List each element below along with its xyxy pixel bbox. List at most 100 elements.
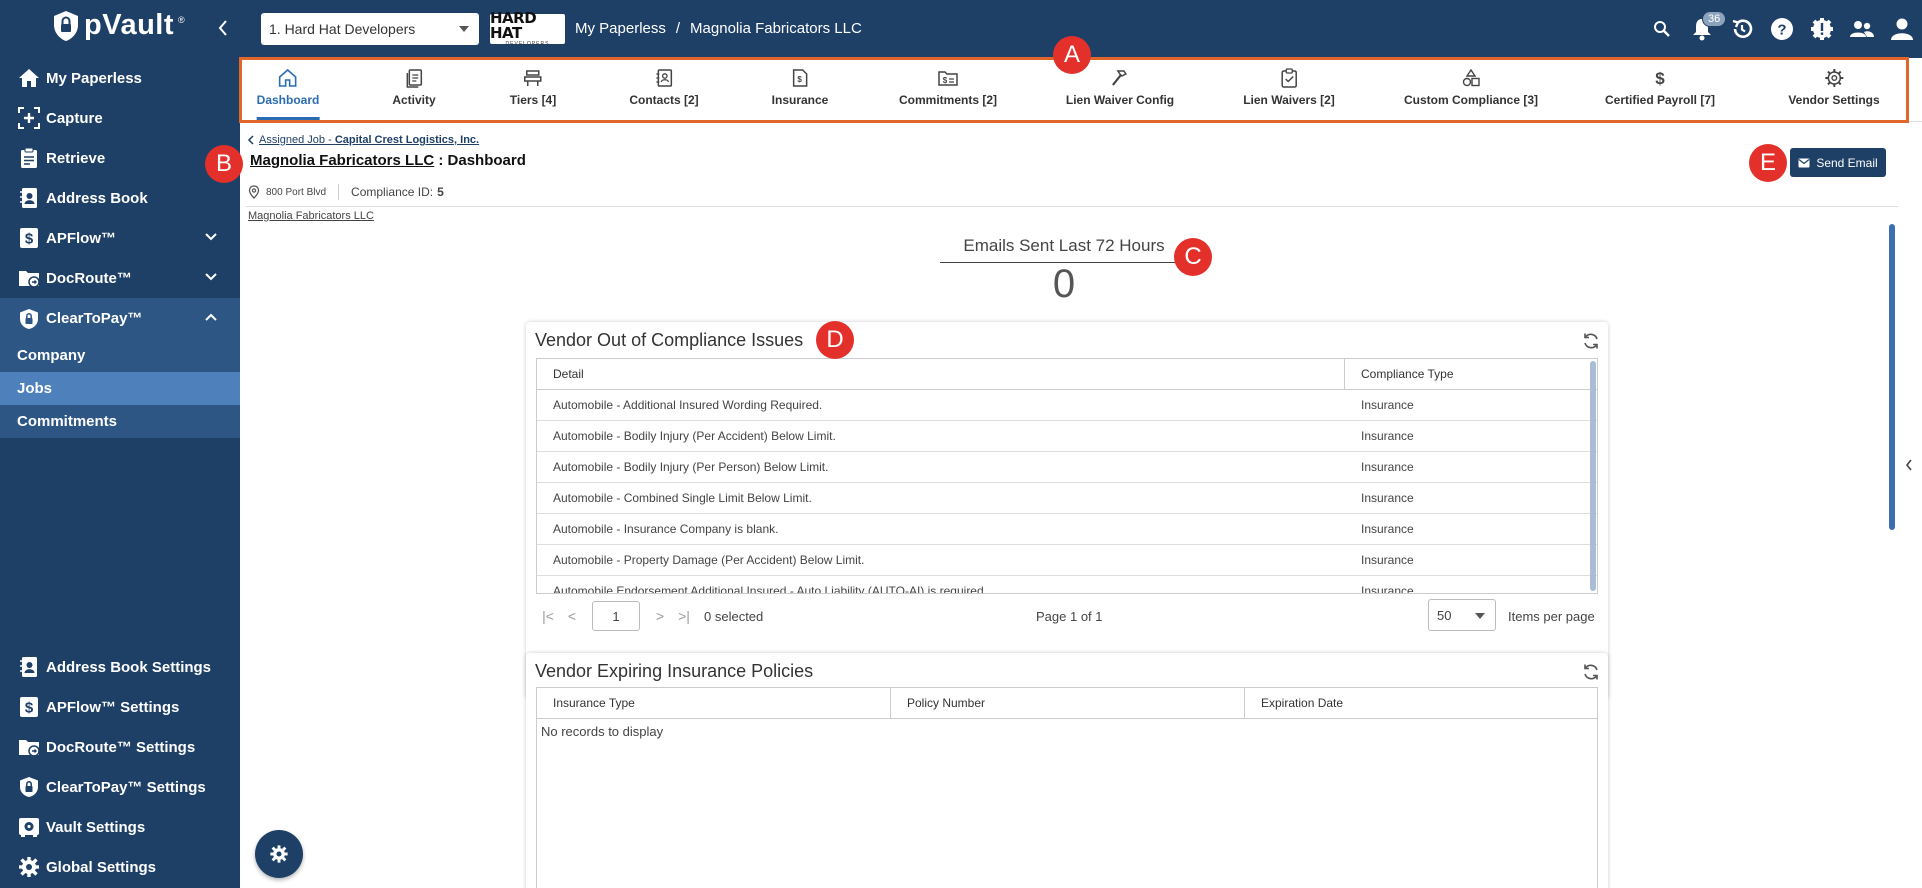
sidebar-item-label: ClearToPay™ Settings	[46, 778, 206, 796]
sidebar-item-apflow-settings[interactable]: $ APFlow™ Settings	[0, 687, 240, 727]
settings-fab[interactable]	[255, 830, 303, 878]
search-button[interactable]	[1642, 9, 1682, 49]
sidebar-subitem-jobs[interactable]: Jobs	[0, 372, 240, 405]
sidebar-item-my-paperless[interactable]: My Paperless	[0, 58, 240, 98]
tab-activity[interactable]: Activity	[392, 58, 436, 121]
page-scrollbar[interactable]	[1888, 224, 1896, 888]
chevron-down-icon[interactable]	[204, 272, 218, 282]
alerts-button[interactable]	[1802, 9, 1842, 49]
first-page-button[interactable]: |<	[536, 608, 560, 624]
vendor-link[interactable]: Magnolia Fabricators LLC	[248, 210, 374, 222]
search-icon	[1654, 21, 1670, 37]
table-row[interactable]: Automobile - Insurance Company is blank.…	[537, 514, 1597, 545]
column-header-expiration-date[interactable]: Expiration Date	[1245, 688, 1597, 718]
scrollbar-thumb[interactable]	[1889, 224, 1895, 530]
vendor-name-link[interactable]: Magnolia Fabricators LLC	[250, 152, 434, 169]
tab-commitments[interactable]: $ Commitments [2]	[899, 58, 997, 121]
refresh-button[interactable]	[1582, 663, 1600, 681]
refresh-icon	[1584, 333, 1598, 349]
column-header-insurance-type[interactable]: Insurance Type	[537, 688, 891, 718]
sidebar-item-address-book-settings[interactable]: Address Book Settings	[0, 647, 240, 687]
sidebar-item-address-book[interactable]: Address Book	[0, 178, 240, 218]
sidebar-item-global-settings[interactable]: Global Settings	[0, 847, 240, 887]
breadcrumb-separator: /	[675, 20, 681, 37]
address-book-icon	[20, 657, 37, 677]
gear-icon	[19, 857, 39, 877]
shield-lock-icon	[20, 777, 38, 797]
assigned-job-link[interactable]: Assigned Job - Capital Crest Logistics, …	[247, 134, 479, 146]
right-panel-toggle[interactable]	[1904, 458, 1914, 472]
users-icon	[1850, 21, 1874, 37]
column-header-detail[interactable]: Detail	[537, 359, 1345, 389]
sidebar-item-cleartopay-settings[interactable]: ClearToPay™ Settings	[0, 767, 240, 807]
collapse-sidebar-button[interactable]	[216, 18, 230, 38]
tab-certified-payroll[interactable]: $ Certified Payroll [7]	[1605, 58, 1715, 121]
tab-insurance[interactable]: $ Insurance	[771, 58, 829, 121]
hammer-icon	[1112, 70, 1128, 86]
page-title: Magnolia Fabricators LLC : Dashboard	[250, 152, 526, 169]
sidebar-subitem-commitments[interactable]: Commitments	[0, 405, 240, 438]
users-button[interactable]	[1842, 9, 1882, 49]
tab-lien-waivers[interactable]: Lien Waivers [2]	[1243, 58, 1335, 121]
pvault-logo[interactable]: pVault ®	[52, 9, 185, 42]
help-button[interactable]: ?	[1762, 9, 1802, 49]
table-row[interactable]: Automobile - Combined Single Limit Below…	[537, 483, 1597, 514]
tab-tiers[interactable]: Tiers [4]	[510, 58, 556, 121]
sidebar-item-apflow[interactable]: $ APFlow™	[0, 218, 240, 258]
tab-label: Lien Waiver Config	[1065, 93, 1175, 107]
emails-sent-title: Emails Sent Last 72 Hours	[940, 236, 1188, 263]
chevron-up-icon[interactable]	[204, 312, 218, 322]
table-row[interactable]: Automobile - Bodily Injury (Per Accident…	[537, 421, 1597, 452]
chevron-left-icon	[247, 135, 254, 145]
profile-button[interactable]	[1882, 9, 1922, 49]
sidebar-item-vault-settings[interactable]: Vault Settings	[0, 807, 240, 847]
table-row[interactable]: Automobile - Additional Insured Wording …	[537, 390, 1597, 421]
page-input[interactable]: 1	[592, 601, 640, 631]
refresh-button[interactable]	[1582, 332, 1600, 350]
table-row[interactable]: Automobile Endorsement Additional Insure…	[537, 576, 1597, 593]
items-per-page-select[interactable]: 50	[1428, 599, 1496, 631]
tab-label: Commitments [2]	[898, 93, 998, 107]
annotation-marker-c: C	[1174, 238, 1212, 276]
sidebar-item-cleartopay[interactable]: ClearToPay™	[0, 298, 240, 339]
notifications-button[interactable]: 36	[1682, 9, 1727, 49]
cell-compliance-type: Insurance	[1361, 522, 1414, 536]
tab-vendor-settings[interactable]: Vendor Settings	[1788, 58, 1880, 121]
annotation-marker-b: B	[205, 145, 243, 183]
company-logo-subtext: DEVELOPERS	[505, 40, 550, 47]
sidebar-item-label: Address Book Settings	[46, 658, 212, 676]
column-header-compliance-type[interactable]: Compliance Type	[1345, 359, 1595, 389]
tab-dashboard[interactable]: Dashboard	[256, 58, 319, 121]
table-row[interactable]: Automobile - Property Damage (Per Accide…	[537, 545, 1597, 576]
tab-contacts[interactable]: Contacts [2]	[629, 58, 699, 121]
job-select[interactable]: 1. Hard Hat Developers	[261, 13, 479, 45]
vault-icon	[19, 818, 39, 837]
sidebar-item-docroute-settings[interactable]: DocRoute™ Settings	[0, 727, 240, 767]
chevron-down-icon[interactable]	[204, 232, 218, 242]
sidebar-item-capture[interactable]: Capture	[0, 98, 240, 138]
help-icon: ?	[1771, 18, 1793, 40]
grid-scrollbar[interactable]	[1590, 361, 1596, 591]
svg-text:?: ?	[1777, 22, 1786, 39]
table-row[interactable]: Automobile - Bodily Injury (Per Person) …	[537, 452, 1597, 483]
prev-page-button[interactable]: <	[560, 608, 584, 624]
breadcrumb-vendor[interactable]: Magnolia Fabricators LLC	[690, 20, 862, 37]
column-header-policy-number[interactable]: Policy Number	[891, 688, 1245, 718]
sidebar-item-label: Address Book	[46, 189, 148, 207]
job-select-value: 1. Hard Hat Developers	[269, 21, 416, 37]
tab-label: Insurance	[771, 93, 829, 107]
sidebar-item-docroute[interactable]: DocRoute™	[0, 258, 240, 298]
folder-route-icon	[19, 740, 40, 757]
chevron-left-icon	[1905, 459, 1912, 471]
send-email-button[interactable]: Send Email	[1790, 148, 1886, 177]
sidebar-item-retrieve[interactable]: Retrieve	[0, 138, 240, 178]
scrollbar-thumb[interactable]	[1590, 361, 1596, 591]
last-page-button[interactable]: >|	[672, 608, 696, 624]
tab-custom-compliance[interactable]: Custom Compliance [3]	[1404, 58, 1538, 121]
breadcrumb-my-paperless[interactable]: My Paperless	[575, 20, 666, 37]
svg-text:$: $	[1655, 69, 1665, 88]
next-page-button[interactable]: >	[648, 608, 672, 624]
divider	[338, 184, 340, 200]
sidebar-subitem-company[interactable]: Company	[0, 339, 240, 372]
history-button[interactable]	[1722, 9, 1762, 49]
